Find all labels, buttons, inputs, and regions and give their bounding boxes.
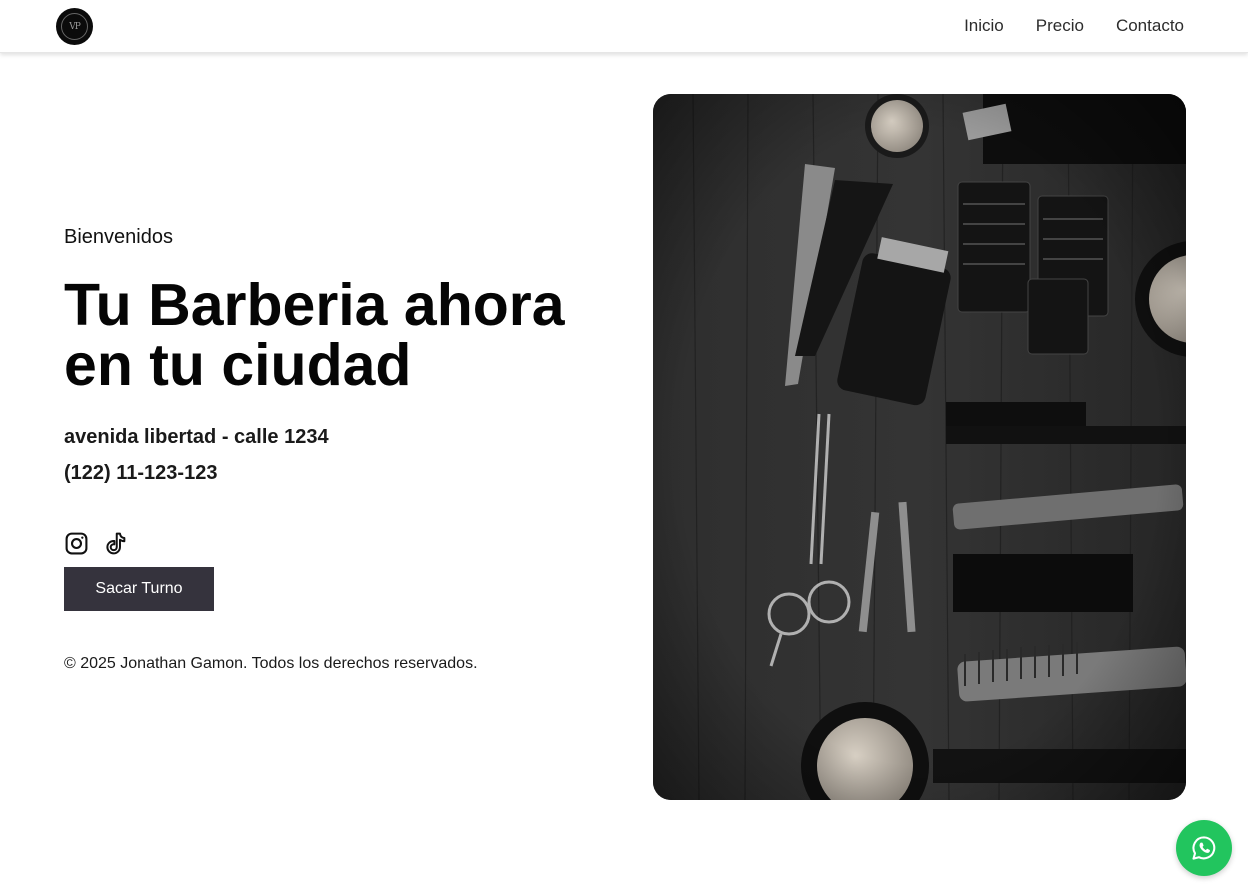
- phone-text: (122) 11-123-123: [64, 462, 218, 484]
- copyright-text: © 2025 Jonathan Gamon. Todos los derecho…: [64, 655, 478, 672]
- whatsapp-button[interactable]: [1176, 820, 1232, 876]
- logo-ring: VP: [61, 13, 88, 40]
- tiktok-icon[interactable]: [103, 531, 128, 556]
- nav-link-precio[interactable]: Precio: [1036, 16, 1084, 36]
- hero-image-barber-tools: [653, 94, 1186, 800]
- logo-monogram: VP: [69, 21, 81, 32]
- hero-text: Bienvenidos Tu Barberia ahora en tu ciud…: [64, 225, 624, 673]
- nav-link-contacto[interactable]: Contacto: [1116, 16, 1184, 36]
- instagram-icon[interactable]: [64, 531, 89, 556]
- headline-line-1: Tu Barberia ahora: [64, 272, 565, 338]
- main-nav: Inicio Precio Contacto: [964, 16, 1184, 36]
- headline-line-2: en tu ciudad: [64, 332, 412, 398]
- social-links: [64, 529, 624, 557]
- top-navbar: VP Inicio Precio Contacto: [0, 0, 1248, 53]
- welcome-label: Bienvenidos: [64, 226, 173, 248]
- nav-link-inicio[interactable]: Inicio: [964, 16, 1004, 36]
- whatsapp-icon: [1192, 836, 1216, 860]
- brand-logo[interactable]: VP: [56, 8, 93, 45]
- book-appointment-button[interactable]: Sacar Turno: [64, 567, 214, 611]
- address-text: avenida libertad - calle 1234: [64, 426, 329, 448]
- barber-tools-illustration: [653, 94, 1186, 800]
- page-title: Tu Barberia ahora en tu ciudad: [64, 275, 624, 395]
